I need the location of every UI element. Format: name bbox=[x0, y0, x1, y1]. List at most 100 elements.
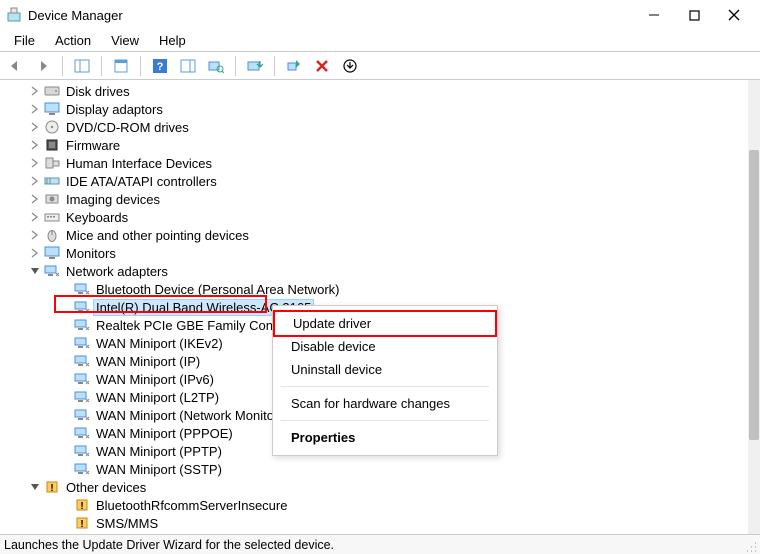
action-pane-button[interactable] bbox=[177, 55, 199, 77]
hid-icon bbox=[44, 155, 60, 171]
help-button[interactable]: ? bbox=[149, 55, 171, 77]
show-hide-console-tree-button[interactable] bbox=[71, 55, 93, 77]
ctx-update-driver[interactable]: Update driver bbox=[273, 310, 497, 337]
expand-icon[interactable] bbox=[28, 210, 42, 224]
expand-icon[interactable] bbox=[28, 228, 42, 242]
other-device-item[interactable]: ! SMS/MMS bbox=[8, 514, 760, 532]
network-icon bbox=[74, 407, 90, 423]
other-icon: ! bbox=[44, 479, 60, 495]
tree-item-label: Keyboards bbox=[64, 210, 130, 225]
network-adapter-item[interactable]: Bluetooth Device (Personal Area Network) bbox=[8, 280, 760, 298]
svg-text:!: ! bbox=[50, 483, 53, 494]
expand-icon[interactable] bbox=[28, 174, 42, 188]
tree-item-label: SMS/MMS bbox=[94, 516, 160, 531]
back-button[interactable] bbox=[4, 55, 26, 77]
menu-view[interactable]: View bbox=[103, 31, 147, 50]
tree-item-label: WAN Miniport (Network Monitor) bbox=[94, 408, 285, 423]
other-device-item[interactable]: !BluetoothRfcommServerInsecure bbox=[8, 496, 760, 514]
collapse-icon[interactable] bbox=[28, 264, 42, 278]
firmware-icon bbox=[44, 137, 60, 153]
menu-help[interactable]: Help bbox=[151, 31, 194, 50]
window-title: Device Manager bbox=[28, 8, 123, 23]
ctx-uninstall-device[interactable]: Uninstall device bbox=[273, 358, 497, 381]
category-firmware[interactable]: Firmware bbox=[8, 136, 760, 154]
uninstall-device-button[interactable] bbox=[311, 55, 333, 77]
toolbar: ? bbox=[0, 52, 760, 80]
warn-icon: ! bbox=[74, 533, 90, 534]
expand-icon[interactable] bbox=[28, 156, 42, 170]
svg-text:?: ? bbox=[157, 61, 164, 73]
menu-file[interactable]: File bbox=[6, 31, 43, 50]
ctx-disable-device[interactable]: Disable device bbox=[273, 335, 497, 358]
expander-placeholder bbox=[58, 282, 72, 296]
toolbar-separator bbox=[101, 56, 102, 76]
expander-placeholder bbox=[58, 462, 72, 476]
disable-device-button[interactable] bbox=[339, 55, 361, 77]
category-disk[interactable]: Disk drives bbox=[8, 82, 760, 100]
expand-icon[interactable] bbox=[28, 138, 42, 152]
warn-icon: ! bbox=[74, 515, 90, 531]
expander-placeholder bbox=[58, 336, 72, 350]
minimize-button[interactable] bbox=[646, 7, 662, 23]
forward-button[interactable] bbox=[32, 55, 54, 77]
close-button[interactable] bbox=[726, 7, 742, 23]
expand-icon[interactable] bbox=[28, 120, 42, 134]
vertical-scrollbar[interactable] bbox=[748, 80, 760, 534]
category-imaging[interactable]: Imaging devices bbox=[8, 190, 760, 208]
scan-hardware-button[interactable] bbox=[205, 55, 227, 77]
tree-item-label: DVD/CD-ROM drives bbox=[64, 120, 191, 135]
keyboard-icon bbox=[44, 209, 60, 225]
svg-text:!: ! bbox=[80, 519, 83, 530]
category-network-adapters[interactable]: Network adapters bbox=[8, 262, 760, 280]
category-monitor[interactable]: Monitors bbox=[8, 244, 760, 262]
expand-icon[interactable] bbox=[28, 246, 42, 260]
maximize-button[interactable] bbox=[686, 7, 702, 23]
context-menu: Update driver Disable device Uninstall d… bbox=[272, 305, 498, 456]
category-display[interactable]: Display adaptors bbox=[8, 100, 760, 118]
category-dvd[interactable]: DVD/CD-ROM drives bbox=[8, 118, 760, 136]
display-icon bbox=[44, 101, 60, 117]
expand-icon[interactable] bbox=[28, 102, 42, 116]
svg-text:!: ! bbox=[80, 501, 83, 512]
other-device-item[interactable]: ! Unknown device bbox=[8, 532, 760, 534]
ctx-scan-hardware[interactable]: Scan for hardware changes bbox=[273, 392, 497, 415]
tree-item-label: Display adaptors bbox=[64, 102, 165, 117]
collapse-icon[interactable] bbox=[28, 480, 42, 494]
network-icon bbox=[74, 371, 90, 387]
update-driver-button[interactable] bbox=[244, 55, 266, 77]
tree-item-label: WAN Miniport (IPv6) bbox=[94, 372, 216, 387]
tree-item-label: Network adapters bbox=[64, 264, 170, 279]
expand-icon[interactable] bbox=[28, 192, 42, 206]
titlebar: Device Manager bbox=[0, 0, 760, 30]
properties-button[interactable] bbox=[110, 55, 132, 77]
mouse-icon bbox=[44, 227, 60, 243]
tree-item-label: IDE ATA/ATAPI controllers bbox=[64, 174, 219, 189]
expander-placeholder bbox=[58, 354, 72, 368]
tree-item-label: Human Interface Devices bbox=[64, 156, 214, 171]
tree-item-label: WAN Miniport (PPPOE) bbox=[94, 426, 235, 441]
toolbar-separator bbox=[235, 56, 236, 76]
expander-placeholder bbox=[58, 408, 72, 422]
category-other-devices[interactable]: !Other devices bbox=[8, 478, 760, 496]
resize-grip-icon[interactable] bbox=[742, 538, 756, 552]
tree-item-label: Bluetooth Device (Personal Area Network) bbox=[94, 282, 342, 297]
tree-item-label: Unknown device bbox=[94, 534, 193, 535]
category-mouse[interactable]: Mice and other pointing devices bbox=[8, 226, 760, 244]
window-controls bbox=[646, 0, 756, 30]
network-icon bbox=[74, 461, 90, 477]
category-hid[interactable]: Human Interface Devices bbox=[8, 154, 760, 172]
disk-icon bbox=[44, 83, 60, 99]
dvd-icon bbox=[44, 119, 60, 135]
category-keyboard[interactable]: Keyboards bbox=[8, 208, 760, 226]
menu-action[interactable]: Action bbox=[47, 31, 99, 50]
category-ide[interactable]: IDE ATA/ATAPI controllers bbox=[8, 172, 760, 190]
expand-icon[interactable] bbox=[28, 84, 42, 98]
network-icon bbox=[74, 389, 90, 405]
expander-placeholder bbox=[58, 516, 72, 530]
network-adapter-item[interactable]: WAN Miniport (SSTP) bbox=[8, 460, 760, 478]
network-icon bbox=[74, 317, 90, 333]
scrollbar-thumb[interactable] bbox=[749, 150, 759, 440]
toolbar-separator bbox=[62, 56, 63, 76]
ctx-properties[interactable]: Properties bbox=[273, 426, 497, 449]
enable-device-button[interactable] bbox=[283, 55, 305, 77]
